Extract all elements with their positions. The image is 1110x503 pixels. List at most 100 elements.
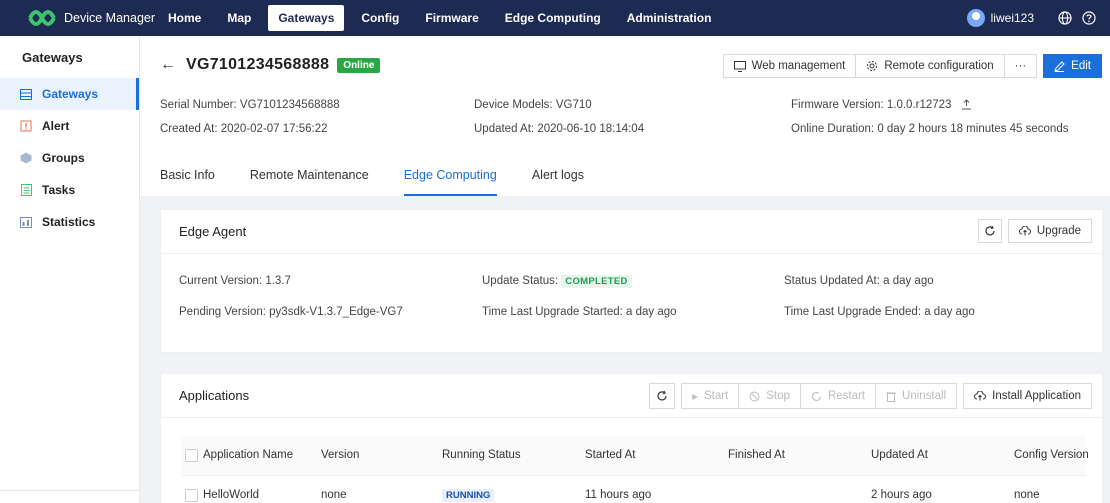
last-upgrade-started-label: Time Last Upgrade Started: <box>482 306 623 318</box>
groups-icon <box>20 152 32 164</box>
nav-firmware[interactable]: Firmware <box>412 0 491 36</box>
tab-edge-computing[interactable]: Edge Computing <box>403 156 497 196</box>
globe-icon[interactable] <box>1056 9 1074 27</box>
firmware-version-label: Firmware Version: <box>791 99 884 111</box>
username[interactable]: liwei123 <box>991 11 1034 25</box>
trash-icon <box>886 391 897 402</box>
serial-number: Serial Number: VG7101234568888 <box>160 99 340 111</box>
cloud-upload-icon <box>1018 226 1031 236</box>
start-label: Start <box>703 390 729 402</box>
alert-icon <box>20 120 32 132</box>
more-button[interactable]: ··· <box>1004 54 1038 78</box>
tab-remote-maintenance[interactable]: Remote Maintenance <box>250 156 369 196</box>
install-application-button[interactable]: Install Application <box>963 383 1092 409</box>
web-management-button[interactable]: Web management <box>722 54 857 78</box>
started-at: 11 hours ago <box>585 489 652 501</box>
edit-button[interactable]: Edit <box>1043 54 1102 78</box>
sidebar-item-tasks[interactable]: Tasks <box>0 174 139 206</box>
application-version: none <box>321 489 347 501</box>
back-arrow-icon[interactable]: ← <box>160 56 176 74</box>
user-avatar[interactable] <box>966 9 985 27</box>
gear-icon <box>866 60 878 72</box>
remote-configuration-button[interactable]: Remote configuration <box>856 54 1005 78</box>
pencil-icon <box>1054 60 1065 72</box>
refresh-apps-icon[interactable] <box>649 383 676 409</box>
applications-title: Applications <box>179 388 250 403</box>
updated-at: Updated At: 2020-06-10 18:14:04 <box>474 123 644 135</box>
col-application-name: Application Name <box>203 449 294 461</box>
col-version: Version <box>321 449 360 461</box>
stop-icon <box>749 391 760 402</box>
upload-icon[interactable] <box>961 99 972 110</box>
select-all-checkbox[interactable] <box>185 449 198 462</box>
update-status-badge: COMPLETED <box>561 275 632 288</box>
last-upgrade-started: Time Last Upgrade Started: a day ago <box>482 306 677 318</box>
app-name: Device Manager <box>64 11 156 25</box>
nav-administration[interactable]: Administration <box>614 0 725 36</box>
play-icon: ▸ <box>692 391 698 403</box>
sidebar-item-label: Tasks <box>42 183 76 197</box>
application-name: HelloWorld <box>203 489 260 501</box>
status-updated-label: Status Updated At: <box>784 275 880 287</box>
updated-at-value: 2020-06-10 18:14:04 <box>537 123 645 135</box>
updated-at: 2 hours ago <box>871 489 932 501</box>
status-updated-value: a day ago <box>883 275 934 287</box>
top-navigation-bar: Device Manager Home Map Gateways Config … <box>0 0 1110 36</box>
help-icon[interactable] <box>1080 9 1098 27</box>
gateway-icon <box>20 88 32 100</box>
edit-label: Edit <box>1071 60 1091 72</box>
tasks-icon <box>20 184 32 196</box>
nav-edge-computing[interactable]: Edge Computing <box>492 0 614 36</box>
edge-agent-title: Edge Agent <box>179 224 247 239</box>
sidebar-item-label: Statistics <box>42 215 96 229</box>
sidebar-item-groups[interactable]: Groups <box>0 142 139 174</box>
sidebar-item-statistics[interactable]: Statistics <box>0 206 139 238</box>
sidebar-divider <box>0 490 139 491</box>
nav-gateways[interactable]: Gateways <box>268 5 345 31</box>
online-duration: Online Duration: 0 day 2 hours 18 minute… <box>791 123 1068 135</box>
main-content: ← VG7101234568888 Online Web management … <box>140 36 1110 503</box>
nav-home[interactable]: Home <box>155 0 214 36</box>
start-button[interactable]: ▸ Start <box>681 383 740 409</box>
nav-config[interactable]: Config <box>348 0 412 36</box>
uninstall-button[interactable]: Uninstall <box>876 383 958 409</box>
col-started-at: Started At <box>585 449 636 461</box>
upgrade-button[interactable]: Upgrade <box>1007 219 1092 243</box>
status-badge: Online <box>337 57 381 73</box>
sidebar-item-label: Groups <box>42 151 85 165</box>
table-row[interactable]: HelloWorld none RUNNING 11 hours ago 2 h… <box>181 476 1086 503</box>
uninstall-label: Uninstall <box>902 390 947 402</box>
device-model-value: VG710 <box>555 99 592 111</box>
last-upgrade-ended: Time Last Upgrade Ended: a day ago <box>784 306 975 318</box>
update-status-label: Update Status: <box>482 275 559 287</box>
refresh-icon[interactable] <box>977 219 1002 243</box>
current-version-value: 1.3.7 <box>265 275 291 287</box>
page-title: VG7101234568888 <box>186 56 330 73</box>
applications-table-header: Application Name Version Running Status … <box>181 436 1089 476</box>
pending-version: Pending Version: py3sdk-V1.3.7_Edge-VG7 <box>179 306 403 318</box>
gateway-header: ← VG7101234568888 Online Web management … <box>140 36 1110 196</box>
created-at: Created At: 2020-02-07 17:56:22 <box>160 123 328 135</box>
tab-alert-logs[interactable]: Alert logs <box>532 156 584 196</box>
col-config-version: Config Version <box>1014 449 1089 461</box>
last-upgrade-ended-value: a day ago <box>924 306 975 318</box>
restart-button[interactable]: Restart <box>800 383 877 409</box>
logo-icon <box>28 10 56 26</box>
row-checkbox[interactable] <box>185 489 198 502</box>
firmware-version-value: 1.0.0.r12723 <box>886 99 952 111</box>
detail-tabs: Basic Info Remote Maintenance Edge Compu… <box>160 156 619 196</box>
install-application-label: Install Application <box>992 390 1081 402</box>
status-updated-at: Status Updated At: a day ago <box>784 275 934 287</box>
app-logo[interactable]: Device Manager <box>0 9 155 27</box>
stop-button[interactable]: Stop <box>739 383 801 409</box>
col-finished-at: Finished At <box>728 449 785 461</box>
nav-map[interactable]: Map <box>214 0 264 36</box>
sidebar-item-gateways[interactable]: Gateways <box>0 78 139 110</box>
cloud-upload-icon <box>974 391 987 401</box>
online-duration-value: 0 day 2 hours 18 minutes 45 seconds <box>877 123 1069 135</box>
tab-basic-info[interactable]: Basic Info <box>160 156 215 196</box>
sidebar-item-alert[interactable]: Alert <box>0 110 139 142</box>
restart-icon <box>811 391 822 402</box>
current-version-label: Current Version: <box>179 275 263 287</box>
remote-configuration-label: Remote configuration <box>884 60 994 72</box>
